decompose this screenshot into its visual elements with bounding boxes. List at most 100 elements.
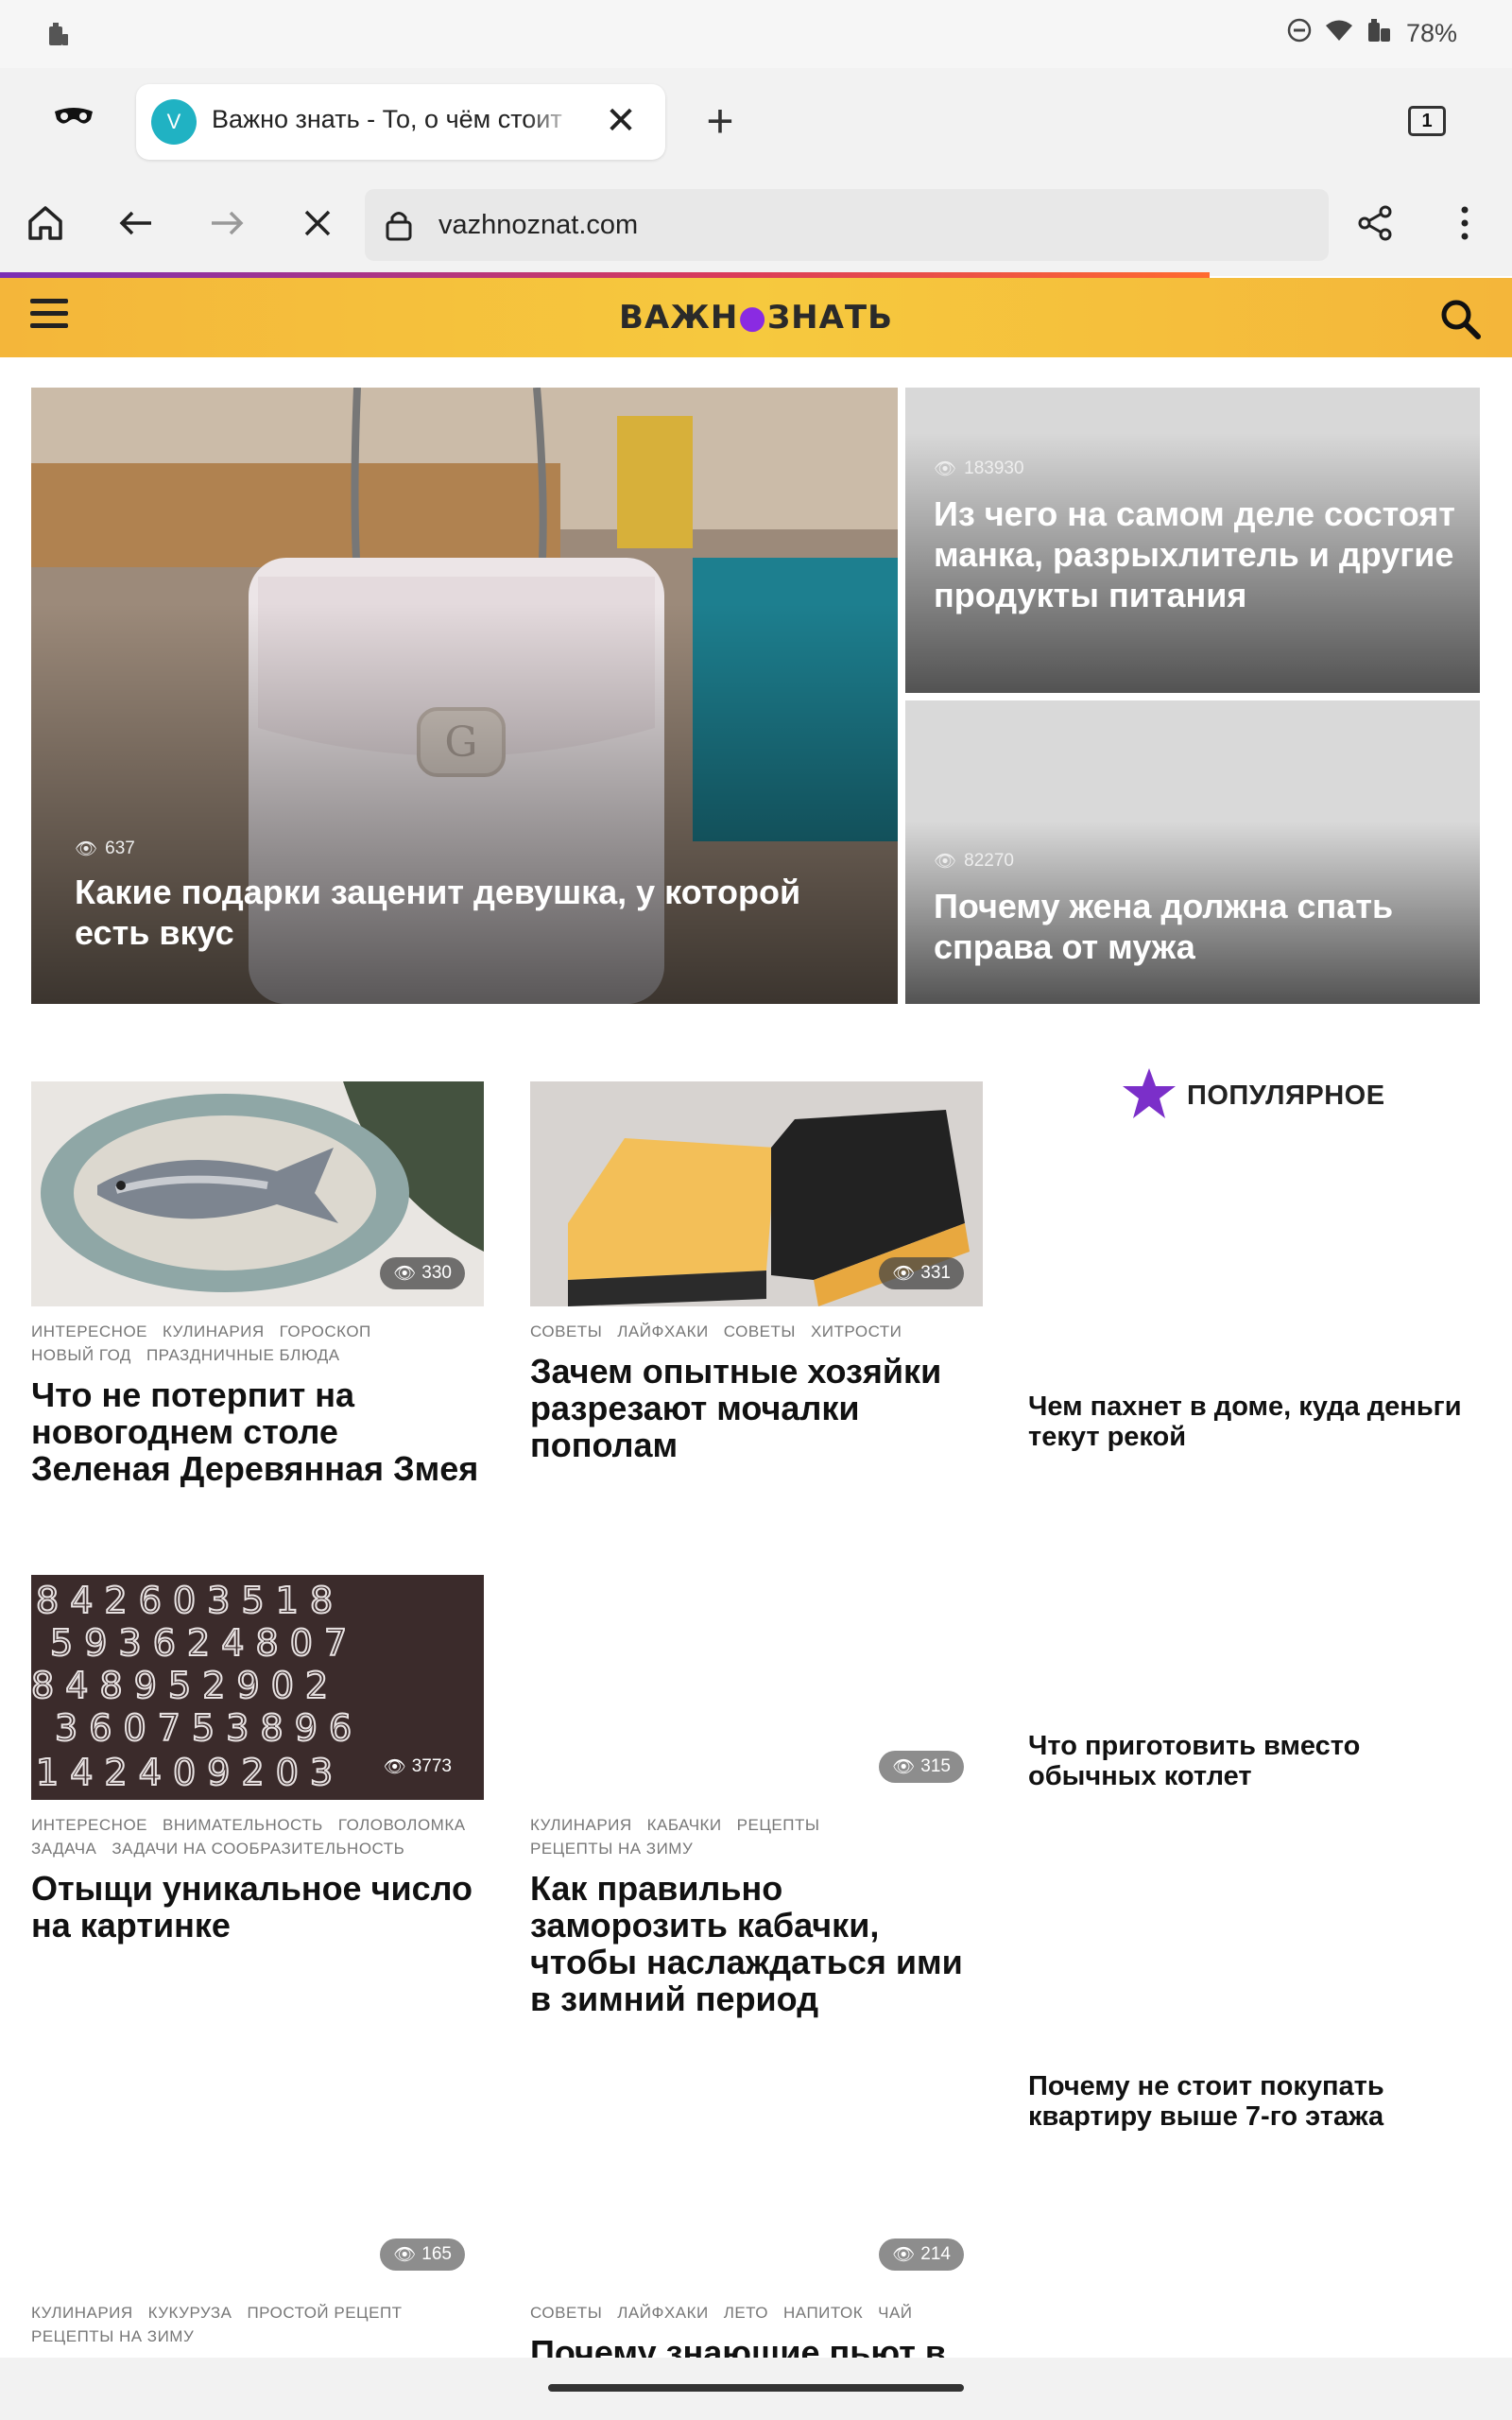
new-tab-button[interactable]: + (694, 95, 747, 147)
stop-loading-icon[interactable] (289, 195, 346, 251)
tab-switcher-button[interactable]: 1 (1408, 106, 1446, 136)
search-icon[interactable] (1438, 297, 1482, 340)
notification-icon (47, 21, 70, 54)
eye-icon: 👁 (934, 852, 957, 872)
svg-text:5 9 3 6 2 4 8 0 7: 5 9 3 6 2 4 8 0 7 (50, 1622, 347, 1664)
tag-link[interactable]: Новый год (31, 1343, 131, 1367)
article-card[interactable]: 👁 165 Кулинария Кукуруза Простой рецепт Реце… (31, 2063, 484, 2348)
tag-link[interactable]: Рецепты на зиму (31, 2325, 194, 2348)
hero-main-title[interactable]: Какие подарки заценит девушка, у которой… (75, 872, 831, 953)
article-image-placeholder[interactable]: 👁 214 (530, 2063, 983, 2288)
tag-link[interactable]: Рецепты на зиму (530, 1837, 693, 1860)
star-icon (1121, 1066, 1177, 1126)
article-image[interactable]: 👁 331 (530, 1081, 983, 1306)
article-image[interactable]: 8 4 2 6 0 3 5 1 8 5 9 3 6 2 4 8 0 7 8 4 … (31, 1575, 484, 1800)
eye-icon: 👁 (892, 2245, 916, 2265)
tag-link[interactable]: Головоломка (338, 1813, 466, 1837)
views-badge: 👁 331 (879, 1257, 964, 1289)
tag-link[interactable]: Советы (530, 1320, 602, 1343)
tag-list: Советы Лайфхаки Лето Напиток Чай (530, 2301, 983, 2325)
svg-text:1 4 2 4 0 9 2 0 3: 1 4 2 4 0 9 2 0 3 (36, 1752, 333, 1793)
popular-heading: ПОПУЛЯРНОЕ (1121, 1066, 1385, 1126)
battery-icon (1366, 17, 1393, 50)
eye-icon: 👁 (383, 1757, 406, 1777)
tag-link[interactable]: Советы (530, 2301, 602, 2325)
hero-article-right-top[interactable]: 👁 183930 Из чего на самом деле состоят ма… (905, 388, 1480, 693)
article-card[interactable]: 8 4 2 6 0 3 5 1 8 5 9 3 6 2 4 8 0 7 8 4 … (31, 1575, 484, 1944)
active-tab[interactable]: V Важно знать - То, о чём стоит ✕ (136, 84, 665, 160)
tag-link[interactable]: Кулинария (163, 1320, 265, 1343)
tag-link[interactable]: Задача (31, 1837, 96, 1860)
tag-link[interactable]: Рецепты (737, 1813, 820, 1837)
article-title[interactable]: Как правильно заморозить кабачки, чтобы … (530, 1870, 983, 2017)
tag-list: Советы Лайфхаки Советы Хитрости (530, 1320, 983, 1343)
tag-list: Кулинария Кукуруза Простой рецепт Рецепты н… (31, 2301, 484, 2348)
tag-list: Кулинария Кабачки Рецепты Рецепты на зиму (530, 1813, 983, 1860)
tag-link[interactable]: Кабачки (647, 1813, 722, 1837)
view-count: 183930 (964, 458, 1024, 478)
svg-text:3 6 0 7 5 3 8 9 6: 3 6 0 7 5 3 8 9 6 (55, 1707, 352, 1749)
hero-right-top-title[interactable]: Из чего на самом деле состоят манка, раз… (934, 493, 1463, 615)
tag-link[interactable]: Хитрости (811, 1320, 902, 1343)
eye-icon: 👁 (892, 1264, 916, 1284)
tag-link[interactable]: Простой рецепт (247, 2301, 402, 2325)
back-arrow-icon[interactable] (108, 195, 164, 251)
popular-item[interactable]: Что приготовить вместо обычных котлет (1028, 1731, 1463, 1791)
address-bar[interactable]: vazhnoznat.com (365, 189, 1329, 261)
menu-icon[interactable] (30, 299, 68, 333)
popular-item[interactable]: Чем пахнет в доме, куда деньги текут рек… (1028, 1392, 1463, 1452)
tag-link[interactable]: Лайфхаки (617, 1320, 708, 1343)
tag-link[interactable]: Советы (724, 1320, 796, 1343)
tab-title: Важно знать - То, о чём стоит (212, 105, 562, 133)
article-image-placeholder[interactable]: 👁 165 (31, 2063, 484, 2288)
hero-article-right-bottom[interactable]: 👁 82270 Почему жена должна спать справа о… (905, 700, 1480, 1004)
incognito-icon[interactable] (53, 106, 94, 129)
home-icon[interactable] (17, 195, 74, 251)
article-card[interactable]: 👁 331 Советы Лайфхаки Советы Хитрости Зачем … (530, 1081, 983, 1463)
tab-strip: V Важно знать - То, о чём стоит ✕ + 1 (0, 68, 1512, 172)
tag-list: Интересное Внимательность ГоловоломкаЗадач… (31, 1813, 484, 1860)
view-count: 82270 (964, 851, 1014, 871)
article-image-placeholder[interactable]: 👁 315 (530, 1575, 983, 1800)
battery-percent: 78% (1405, 19, 1457, 47)
views-badge: 👁 214 (879, 2238, 964, 2271)
article-card[interactable]: 👁 330 Интересное Кулинария Гороскоп Новый го… (31, 1081, 484, 1487)
tag-link[interactable]: Праздничные блюда (146, 1343, 340, 1367)
article-image[interactable]: 👁 330 (31, 1081, 484, 1306)
tag-link[interactable]: Интересное (31, 1320, 147, 1343)
article-title[interactable]: Что не потерпит на новогоднем столе Зеле… (31, 1376, 484, 1487)
hero-right-bottom-title[interactable]: Почему жена должна спать справа от мужа (934, 886, 1463, 967)
close-tab-icon[interactable]: ✕ (597, 97, 644, 145)
status-bar: 78% (0, 0, 1512, 68)
article-title[interactable]: Зачем опытные хозяйки разрезают мочалки … (530, 1353, 983, 1463)
article-title[interactable]: Почему знающие пьют в (530, 2334, 983, 2358)
article-title[interactable]: Отыщи уникальное число на картинке (31, 1870, 484, 1944)
site-logo[interactable]: ВАЖН●ЗНАТЬ (605, 295, 907, 340)
tag-link[interactable]: Лайфхаки (617, 2301, 708, 2325)
tag-link[interactable]: Кулинария (31, 2301, 133, 2325)
eye-icon: 👁 (393, 1264, 417, 1284)
tag-link[interactable]: Напиток (783, 2301, 863, 2325)
gesture-nav-bar (0, 2358, 1512, 2420)
more-menu-icon[interactable] (1436, 195, 1493, 251)
share-icon[interactable] (1348, 195, 1404, 251)
view-count: 637 (105, 838, 135, 858)
eye-icon: 👁 (892, 1757, 916, 1777)
tag-link[interactable]: Задачи на сообразительность (112, 1837, 404, 1860)
tag-link[interactable]: Кукуруза (148, 2301, 232, 2325)
tag-link[interactable]: Чай (878, 2301, 912, 2325)
tag-link[interactable]: Лето (724, 2301, 768, 2325)
lock-icon[interactable] (382, 208, 416, 242)
tag-link[interactable]: Внимательность (163, 1813, 323, 1837)
article-card[interactable]: 👁 315 Кулинария Кабачки Рецепты Рецепты на з… (530, 1575, 983, 2017)
article-card[interactable]: 👁 214 Советы Лайфхаки Лето Напиток Чай Почему… (530, 2063, 983, 2358)
url-text: vazhnoznat.com (438, 210, 639, 240)
popular-label: ПОПУЛЯРНОЕ (1187, 1080, 1385, 1111)
home-gesture-handle[interactable] (548, 2384, 964, 2392)
popular-item[interactable]: Почему не стоит покупать квартиру выше 7… (1028, 2071, 1463, 2132)
hero-article-main[interactable]: G 👁637 Какие подарки заценит девушка, у … (31, 388, 898, 1004)
tag-link[interactable]: Гороскоп (280, 1320, 371, 1343)
tag-link[interactable]: Кулинария (530, 1813, 632, 1837)
tag-link[interactable]: Интересное (31, 1813, 147, 1837)
forward-arrow-icon[interactable] (198, 195, 255, 251)
